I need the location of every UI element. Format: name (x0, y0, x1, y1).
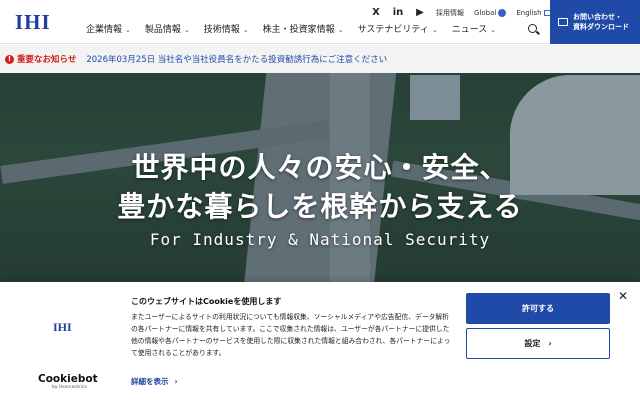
nav-label: 技術情報 (203, 25, 240, 35)
hero-tagline: For Industry & National Security (149, 230, 491, 249)
nav-label: 製品情報 (144, 25, 181, 35)
chevron-right-icon: › (174, 377, 178, 386)
nav-sustainability[interactable]: サステナビリティ ⌄ (358, 22, 438, 35)
global-link[interactable]: Global (474, 8, 507, 17)
english-link[interactable]: English (516, 8, 551, 17)
contact-line2: 資料ダウンロード (573, 23, 629, 31)
ihi-logo[interactable]: IHI (15, 10, 51, 35)
nav-news[interactable]: ニュース ⌄ (452, 22, 496, 35)
chevron-down-icon: ⌄ (183, 26, 190, 34)
ihi-logo: IHI (53, 320, 72, 334)
notice-link[interactable]: 2026年03月25日 当社名や当社役員名をかたる投資勧誘行為にご注意ください (86, 53, 387, 65)
cookie-banner: IHI Cookiebot by Usercentrics このウェブサイトはC… (0, 282, 640, 400)
nav-label: サステナビリティ (357, 25, 429, 35)
recruit-link[interactable]: 採用情報 (436, 8, 464, 18)
x-icon[interactable]: X (370, 7, 382, 18)
allow-all-button[interactable]: 許可する (466, 293, 610, 324)
cookiebot-logo: Cookiebot (38, 373, 98, 385)
youtube-icon[interactable]: ▶ (414, 7, 426, 18)
chevron-down-icon: ⌄ (431, 26, 438, 34)
important-notice-bar: ! 重要なお知らせ 2026年03月25日 当社名や当社役員名をかたる投資勧誘行… (0, 45, 640, 73)
search-icon[interactable] (528, 24, 540, 36)
cookiebot-byline: by Usercentrics (52, 385, 87, 390)
nav-investors[interactable]: 株主・投資家情報 ⌄ (263, 22, 344, 35)
nav-label: 企業情報 (86, 25, 123, 35)
nav-label: 株主・投資家情報 (262, 25, 335, 35)
cookie-body: またユーザーによるサイトの利用状況についても情報収集、ソーシャルメディアや広告配… (131, 313, 451, 357)
mail-icon (558, 18, 568, 26)
nav-technology[interactable]: 技術情報 ⌄ (204, 22, 249, 35)
close-icon[interactable]: ✕ (618, 289, 628, 303)
show-details-label: 詳細を表示 (131, 377, 169, 386)
english-label: English (516, 8, 542, 17)
hero-section: 世界中の人々の安心・安全、 豊かな暮らしを根幹から支える For Industr… (0, 73, 640, 287)
chevron-down-icon: ⌄ (490, 26, 497, 34)
cookie-settings-button[interactable]: 設定 › (466, 328, 610, 359)
notice-label: 重要なお知らせ (17, 55, 77, 65)
utility-nav: X in ▶ 採用情報 Global English (370, 7, 551, 18)
global-label: Global (474, 8, 497, 17)
chevron-down-icon: ⌄ (242, 26, 249, 34)
nav-corporate[interactable]: 企業情報 ⌄ (86, 22, 131, 35)
global-nav: 企業情報 ⌄ 製品情報 ⌄ 技術情報 ⌄ 株主・投資家情報 ⌄ サステナビリティ ⌄ ニュ… (86, 22, 510, 35)
alert-icon: ! (5, 54, 14, 64)
site-header: IHI X in ▶ 採用情報 Global English 企業情報 ⌄ 製品情… (0, 0, 640, 44)
contact-button[interactable]: お問い合わせ・ 資料ダウンロード (550, 0, 640, 44)
chevron-down-icon: ⌄ (337, 26, 344, 34)
contact-line1: お問い合わせ・ (573, 13, 622, 21)
globe-icon (498, 8, 507, 17)
contact-label: お問い合わせ・ 資料ダウンロード (573, 12, 629, 32)
nav-label: ニュース (451, 25, 488, 35)
nav-products[interactable]: 製品情報 ⌄ (145, 22, 190, 35)
linkedin-icon[interactable]: in (392, 7, 404, 18)
chevron-right-icon: › (548, 339, 552, 348)
settings-label: 設定 (524, 339, 541, 348)
chevron-down-icon: ⌄ (125, 26, 131, 34)
cookie-title: このウェブサイトはCookieを使用します (131, 297, 282, 306)
hero-headline-2: 豊かな暮らしを根幹から支える (117, 190, 523, 223)
show-details-link[interactable]: 詳細を表示 › (131, 376, 178, 387)
hero-headline-1: 世界中の人々の安心・安全、 (131, 151, 509, 184)
